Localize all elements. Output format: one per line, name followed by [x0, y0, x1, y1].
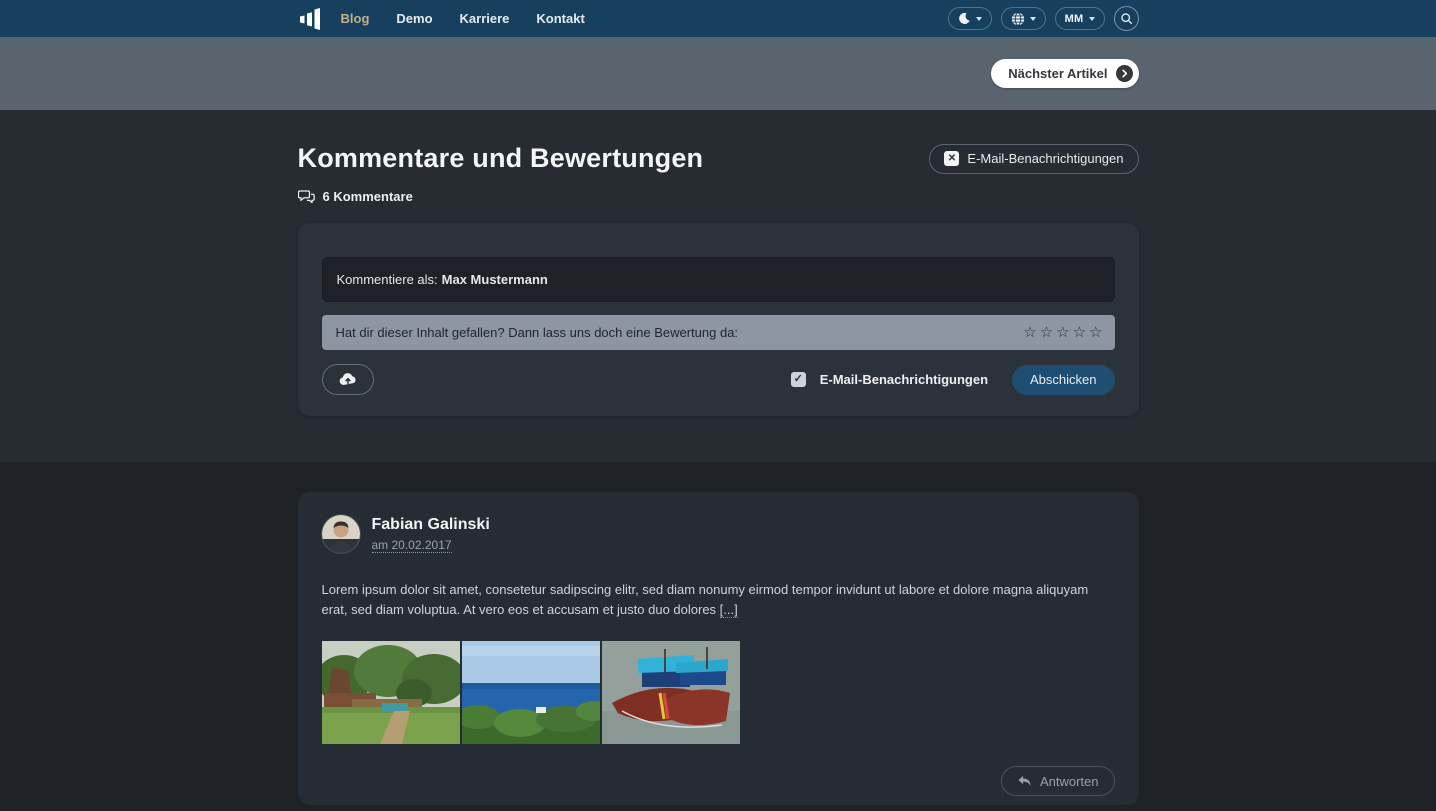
avatar[interactable]: [322, 515, 360, 553]
temple-garden-photo[interactable]: [322, 641, 460, 744]
navbar-controls: MM: [948, 6, 1139, 31]
comments-icon: [298, 189, 315, 204]
star-icon-2[interactable]: ☆: [1040, 325, 1053, 340]
avatar-photo: [322, 515, 360, 553]
next-article-label: Nächster Artikel: [1008, 66, 1107, 81]
rating-prompt: Hat dir dieser Inhalt gefallen? Dann las…: [336, 325, 739, 340]
email-notifications-label: E-Mail-Benachrichtigungen: [967, 151, 1123, 166]
comment-author: Fabian Galinski: [372, 516, 490, 534]
comment-textarea[interactable]: Kommentiere als: Max Mustermann: [322, 257, 1115, 302]
nav-item-demo[interactable]: Demo: [396, 11, 432, 26]
search-icon: [1120, 12, 1133, 25]
read-more-link[interactable]: [...]: [720, 602, 738, 618]
brand-logo[interactable]: [298, 7, 322, 31]
star-icon-5[interactable]: ☆: [1089, 325, 1102, 340]
chevron-down-icon: [976, 17, 982, 21]
comments-section: Kommentare und Bewertungen ✕ E-Mail-Bena…: [0, 110, 1436, 462]
rating-bar: Hat dir dieser Inhalt gefallen? Dann las…: [322, 315, 1115, 350]
comment-card: Fabian Galinski am 20.02.2017 Lorem ipsu…: [298, 492, 1139, 805]
article-footer-band: Nächster Artikel: [0, 37, 1436, 110]
star-icon-3[interactable]: ☆: [1056, 325, 1069, 340]
comment-count: 6 Kommentare: [323, 189, 413, 204]
moon-icon: [958, 12, 971, 25]
language-dropdown[interactable]: [1001, 7, 1046, 30]
nav-item-karriere[interactable]: Karriere: [460, 11, 510, 26]
nav-item-kontakt[interactable]: Kontakt: [536, 11, 584, 26]
top-navbar: Blog Demo Karriere Kontakt: [0, 0, 1436, 37]
globe-icon: [1011, 12, 1025, 26]
comment-as-name: Max Mustermann: [442, 272, 548, 287]
email-notifications-checkbox-label: E-Mail-Benachrichtigungen: [820, 372, 988, 387]
theme-toggle-dropdown[interactable]: [948, 7, 992, 30]
logo-bars-icon: [298, 7, 322, 31]
nav-item-blog[interactable]: Blog: [341, 11, 370, 26]
submit-comment-button[interactable]: Abschicken: [1012, 365, 1114, 395]
comment-date-link[interactable]: am 20.02.2017: [372, 538, 452, 553]
comment-list-section: Fabian Galinski am 20.02.2017 Lorem ipsu…: [0, 462, 1436, 811]
sea-view-photo[interactable]: [462, 641, 600, 744]
comment-form-card: Kommentiere als: Max Mustermann Hat dir …: [298, 223, 1139, 416]
x-square-icon: ✕: [944, 151, 959, 166]
comment-as-prefix: Kommentiere als:: [337, 272, 438, 287]
user-menu-dropdown[interactable]: MM: [1055, 7, 1105, 30]
longtail-boats-photo[interactable]: [602, 641, 740, 744]
chevron-down-icon: [1089, 17, 1095, 21]
rating-stars: ☆ ☆ ☆ ☆ ☆: [1023, 325, 1102, 340]
cloud-upload-icon: [338, 372, 358, 387]
star-icon-1[interactable]: ☆: [1023, 325, 1036, 340]
reply-label: Antworten: [1040, 774, 1099, 789]
main-nav: Blog Demo Karriere Kontakt: [341, 11, 585, 26]
next-article-button[interactable]: Nächster Artikel: [991, 59, 1138, 88]
chevron-down-icon: [1030, 17, 1036, 21]
page-title: Kommentare und Bewertungen: [298, 143, 704, 174]
email-notifications-button[interactable]: ✕ E-Mail-Benachrichtigungen: [929, 144, 1138, 174]
user-initials: MM: [1065, 13, 1084, 25]
reply-button[interactable]: Antworten: [1001, 766, 1115, 796]
reply-arrow-icon: [1017, 775, 1032, 788]
comment-attachments: [322, 641, 1115, 744]
star-icon-4[interactable]: ☆: [1073, 325, 1086, 340]
chevron-right-icon: [1116, 65, 1133, 82]
comment-text: Lorem ipsum dolor sit amet, consetetur s…: [322, 580, 1115, 620]
email-notifications-checkbox[interactable]: ✓: [791, 372, 806, 387]
upload-button[interactable]: [322, 364, 374, 395]
search-button[interactable]: [1114, 6, 1139, 31]
